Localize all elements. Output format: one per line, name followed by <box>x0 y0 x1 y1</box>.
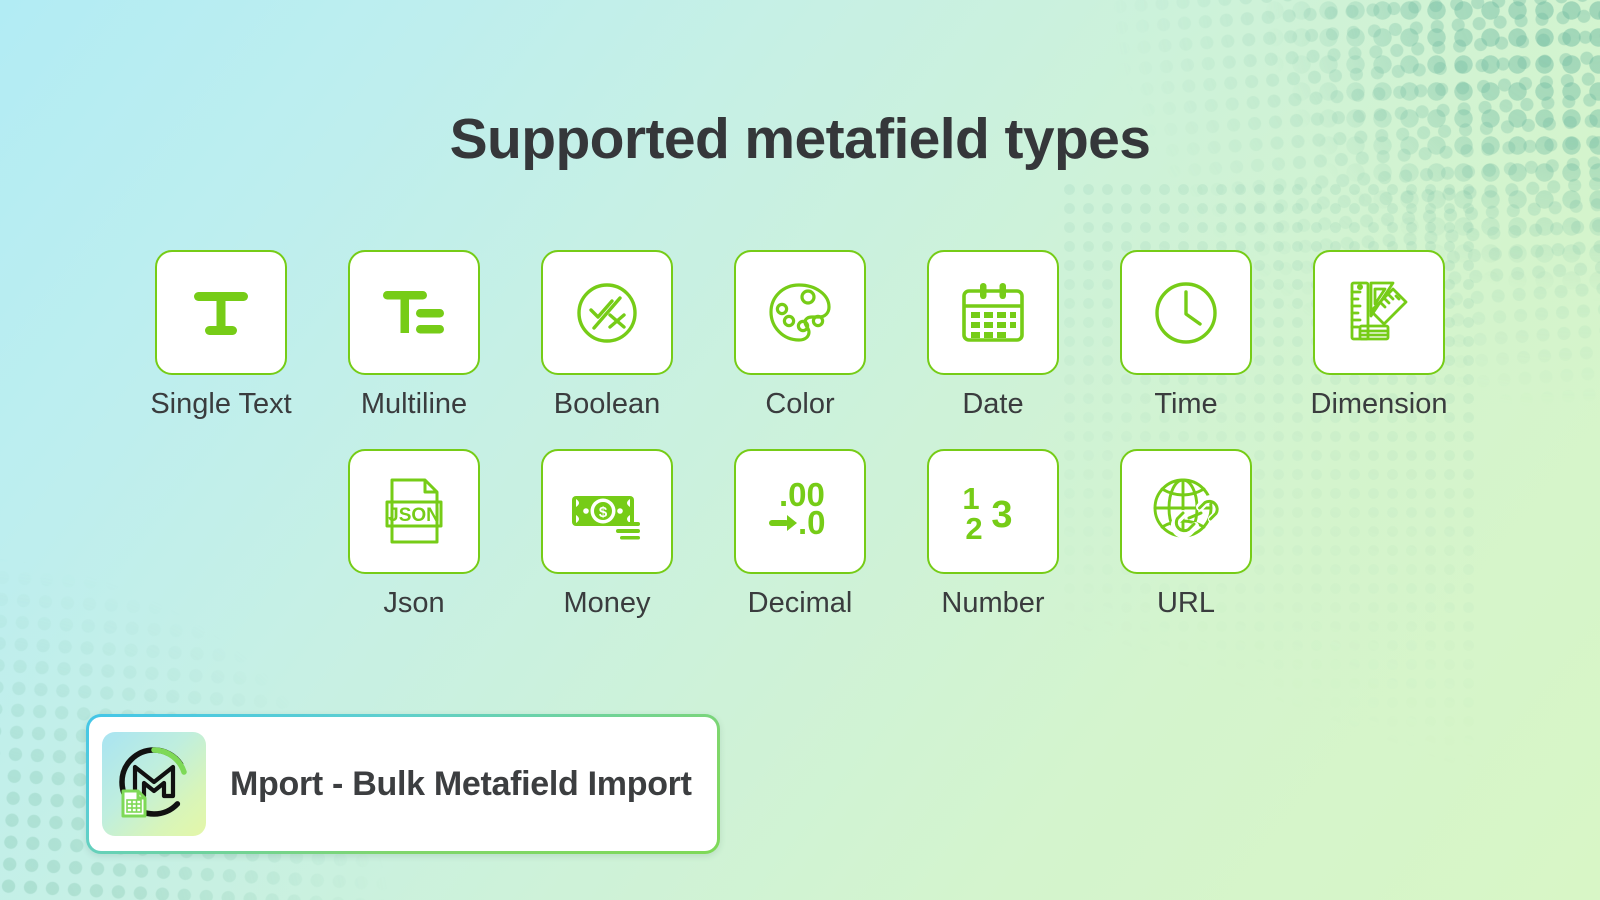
metafield-type-decimal[interactable]: .00 .0 Decimal <box>730 448 870 620</box>
globe-link-icon <box>1147 472 1225 550</box>
metafield-type-label: Date <box>962 388 1024 420</box>
metafield-type-label: Color <box>765 388 835 420</box>
calendar-icon <box>954 274 1032 352</box>
number-icon: 1 2 3 <box>954 472 1032 550</box>
page-title: Supported metafield types <box>449 107 1151 171</box>
number-two-glyph: 2 <box>965 511 982 546</box>
mport-logo-icon <box>111 739 197 830</box>
multiline-text-icon <box>375 274 453 352</box>
app-brand-card[interactable]: Mport - Bulk Metafield Import <box>86 714 720 854</box>
metafield-type-label: Json <box>383 586 445 619</box>
decimal-icon: .00 .0 <box>761 472 839 550</box>
metafield-type-dimension[interactable]: Dimension <box>1309 250 1449 421</box>
tile-frame <box>1120 448 1252 574</box>
metafield-type-grid: Single Text Multiline Boolean Color Date… <box>0 250 1600 620</box>
tile-frame <box>1120 250 1252 375</box>
app-name: Mport - Bulk Metafield Import <box>230 764 692 803</box>
metafield-type-number[interactable]: 1 2 3 Number <box>923 448 1063 620</box>
metafield-type-label: Dimension <box>1310 388 1448 420</box>
metafield-type-single-text[interactable]: Single Text <box>150 250 292 421</box>
metafield-type-label: Number <box>941 586 1045 619</box>
tile-frame <box>1313 250 1445 375</box>
color-palette-icon <box>761 274 839 352</box>
tile-frame <box>541 250 673 375</box>
metafield-type-row-1: Single Text Multiline Boolean Color Date… <box>0 250 1600 421</box>
decimal-bottom-glyph: .0 <box>798 504 826 541</box>
boolean-icon <box>568 274 646 352</box>
tile-frame: $ <box>541 448 673 574</box>
metafield-type-label: Time <box>1154 388 1218 420</box>
money-banknote-icon: $ <box>568 472 646 550</box>
app-logo-tile <box>102 732 206 836</box>
tile-frame <box>155 250 287 375</box>
tile-frame <box>734 250 866 375</box>
metafield-type-row-2: JSON Json $ Money .00 .0 Decimal 1 2 3 N… <box>0 448 1600 620</box>
number-three-glyph: 3 <box>991 494 1012 536</box>
ruler-icon <box>1340 274 1418 352</box>
metafield-type-label: URL <box>1156 586 1215 619</box>
metafield-type-url[interactable]: URL <box>1116 448 1256 620</box>
json-file-icon: JSON <box>375 472 453 550</box>
metafield-type-json[interactable]: JSON Json <box>344 448 484 620</box>
metafield-type-label: Boolean <box>553 388 661 420</box>
tile-frame <box>927 250 1059 375</box>
metafield-type-money[interactable]: $ Money <box>537 448 677 620</box>
spreadsheet-icon <box>121 789 147 817</box>
tile-frame: 1 2 3 <box>927 448 1059 574</box>
tile-frame <box>348 250 480 375</box>
metafield-type-boolean[interactable]: Boolean <box>537 250 677 421</box>
single-text-icon <box>182 274 260 352</box>
metafield-type-multiline[interactable]: Multiline <box>344 250 484 421</box>
app-brand-card-inner: Mport - Bulk Metafield Import <box>89 717 717 851</box>
metafield-type-label: Decimal <box>747 586 853 619</box>
json-label-glyph: JSON <box>388 505 440 526</box>
metafield-type-label: Money <box>563 586 651 619</box>
metafield-type-date[interactable]: Date <box>923 250 1063 421</box>
tile-frame: .00 .0 <box>734 448 866 574</box>
tile-frame: JSON <box>348 448 480 574</box>
clock-icon <box>1147 274 1225 352</box>
svg-text:$: $ <box>599 504 608 521</box>
promo-banner: Supported metafield types Single Text Mu… <box>0 0 1600 900</box>
metafield-type-label: Multiline <box>360 388 468 420</box>
metafield-type-color[interactable]: Color <box>730 250 870 421</box>
metafield-type-time[interactable]: Time <box>1116 250 1256 421</box>
metafield-type-label: Single Text <box>150 388 292 420</box>
